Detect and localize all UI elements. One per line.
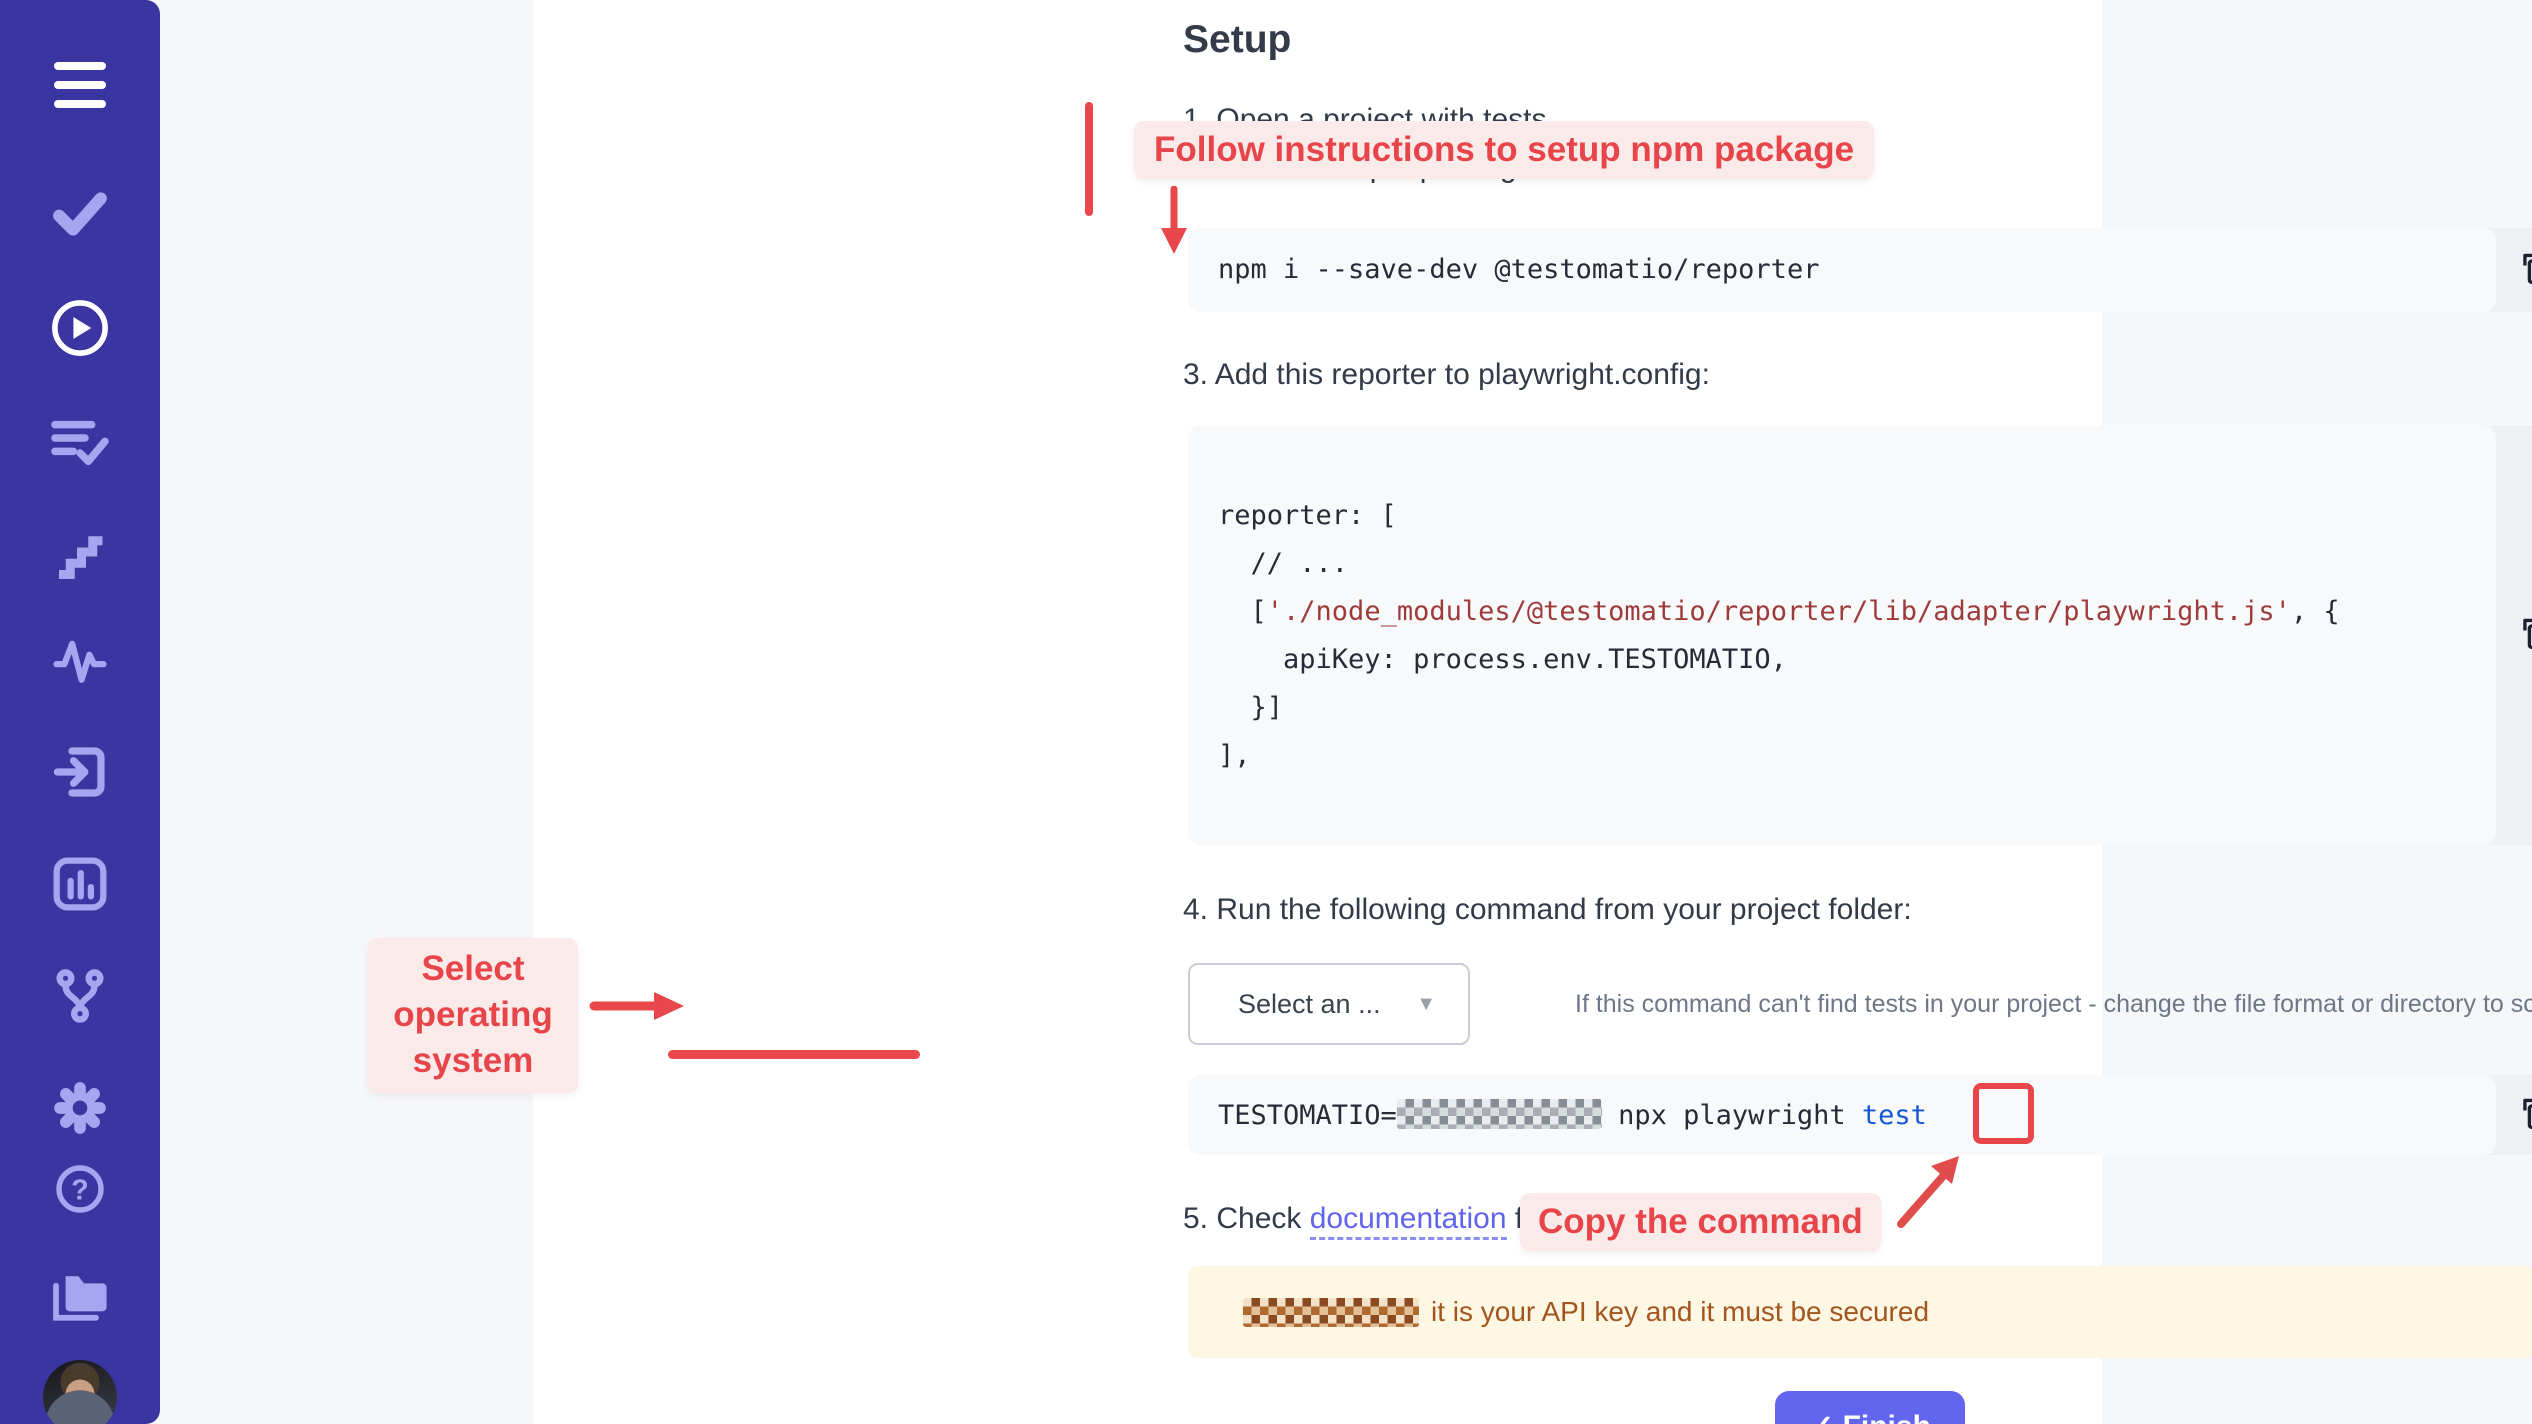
svg-text:?: ? — [71, 1175, 88, 1207]
annotation-arrow-right — [588, 986, 692, 1026]
copy-config-button[interactable] — [2513, 613, 2532, 657]
code-line-1: reporter: [ — [1218, 500, 1397, 531]
copy-run-command-button[interactable] — [2513, 1093, 2532, 1137]
page-title: Setup — [1183, 18, 1291, 62]
install-command-block: npm i --save-dev @testomatio/reporter — [1188, 228, 2532, 312]
step-4: 4. Run the following command from your p… — [1183, 893, 1912, 927]
annotation-copy-command: Copy the command — [1520, 1193, 1881, 1251]
code-line-2: // ... — [1218, 548, 1348, 579]
tests-check-icon[interactable] — [51, 188, 109, 240]
run-command-text: TESTOMATIO= npx playwright test — [1218, 1099, 1927, 1131]
config-code-area: reporter: [ // ... ['./node_modules/@tes… — [1188, 426, 2496, 845]
redacted-api-key — [1397, 1099, 1602, 1129]
redacted-api-key-warning — [1243, 1298, 1419, 1327]
runs-play-icon[interactable] — [50, 298, 110, 358]
code-line-5: }] — [1218, 692, 1283, 723]
annotation-arrow-diagonal — [1893, 1146, 1977, 1232]
copy-install-command-button[interactable] — [2513, 248, 2532, 292]
reports-chart-icon[interactable] — [52, 856, 108, 912]
import-icon[interactable] — [51, 744, 109, 800]
annotation-select-os-line2: operating — [378, 992, 568, 1038]
annotation-select-os-line1: Select — [378, 946, 568, 992]
annotation-select-underline — [668, 1050, 920, 1059]
sidebar: ? — [0, 0, 160, 1424]
os-select[interactable]: Select an ... ▼ — [1188, 963, 1470, 1045]
annotation-copy-highlight-box — [1973, 1083, 2034, 1144]
code-line-3-post: , { — [2291, 596, 2340, 627]
user-avatar[interactable] — [43, 1360, 117, 1424]
steps-icon[interactable] — [53, 528, 107, 582]
os-select-value: Select an ... — [1238, 989, 1381, 1020]
annotation-select-os-line3: system — [378, 1038, 568, 1084]
code-line-3-pre: [ — [1218, 596, 1267, 627]
run-command-code: TESTOMATIO= npx playwright test — [1188, 1075, 2496, 1155]
settings-gear-icon[interactable] — [50, 1078, 110, 1138]
documentation-link[interactable]: documentation — [1310, 1202, 1507, 1240]
install-command-code: npm i --save-dev @testomatio/reporter — [1188, 228, 2496, 312]
config-code: reporter: [ // ... ['./node_modules/@tes… — [1188, 426, 2496, 780]
step-5-prefix: 5. Check — [1183, 1202, 1310, 1235]
run-command-highlight: test — [1862, 1100, 1927, 1131]
install-command-text: npm i --save-dev @testomatio/reporter — [1218, 254, 1819, 285]
help-icon[interactable]: ? — [53, 1162, 107, 1216]
select-hint: If this command can't find tests in your… — [1575, 990, 2532, 1019]
annotation-follow-instructions: Follow instructions to setup npm package — [1134, 121, 1874, 179]
finish-button[interactable]: ✓ Finish — [1775, 1391, 1965, 1424]
projects-folder-icon[interactable] — [48, 1268, 112, 1326]
branches-icon[interactable] — [51, 966, 109, 1026]
analytics-pulse-icon[interactable] — [51, 636, 109, 686]
test-plans-icon[interactable] — [50, 418, 110, 468]
code-line-4: apiKey: process.env.TESTOMATIO, — [1218, 644, 1787, 675]
config-code-block: reporter: [ // ... ['./node_modules/@tes… — [1188, 426, 2532, 845]
setup-page: ? Setup 1. Open a project with tests. 2.… — [0, 0, 2532, 1424]
annotation-select-os: Select operating system — [368, 938, 578, 1093]
run-command-block: TESTOMATIO= npx playwright test — [1188, 1075, 2532, 1155]
run-command-prefix: TESTOMATIO= — [1218, 1100, 1397, 1131]
warning-text: it is your API key and it must be secure… — [1431, 1296, 1929, 1328]
annotation-vertical-line — [1085, 102, 1093, 216]
annotation-arrow-down — [1146, 186, 1202, 258]
step-3: 3. Add this reporter to playwright.confi… — [1183, 358, 1710, 392]
code-line-6: ], — [1218, 740, 1251, 771]
run-command-middle: npx playwright — [1602, 1100, 1862, 1131]
chevron-down-icon: ▼ — [1416, 993, 1436, 1016]
code-line-3-string: './node_modules/@testomatio/reporter/lib… — [1267, 596, 2291, 627]
menu-icon[interactable] — [54, 62, 106, 108]
api-key-warning: it is your API key and it must be secure… — [1188, 1266, 2532, 1358]
